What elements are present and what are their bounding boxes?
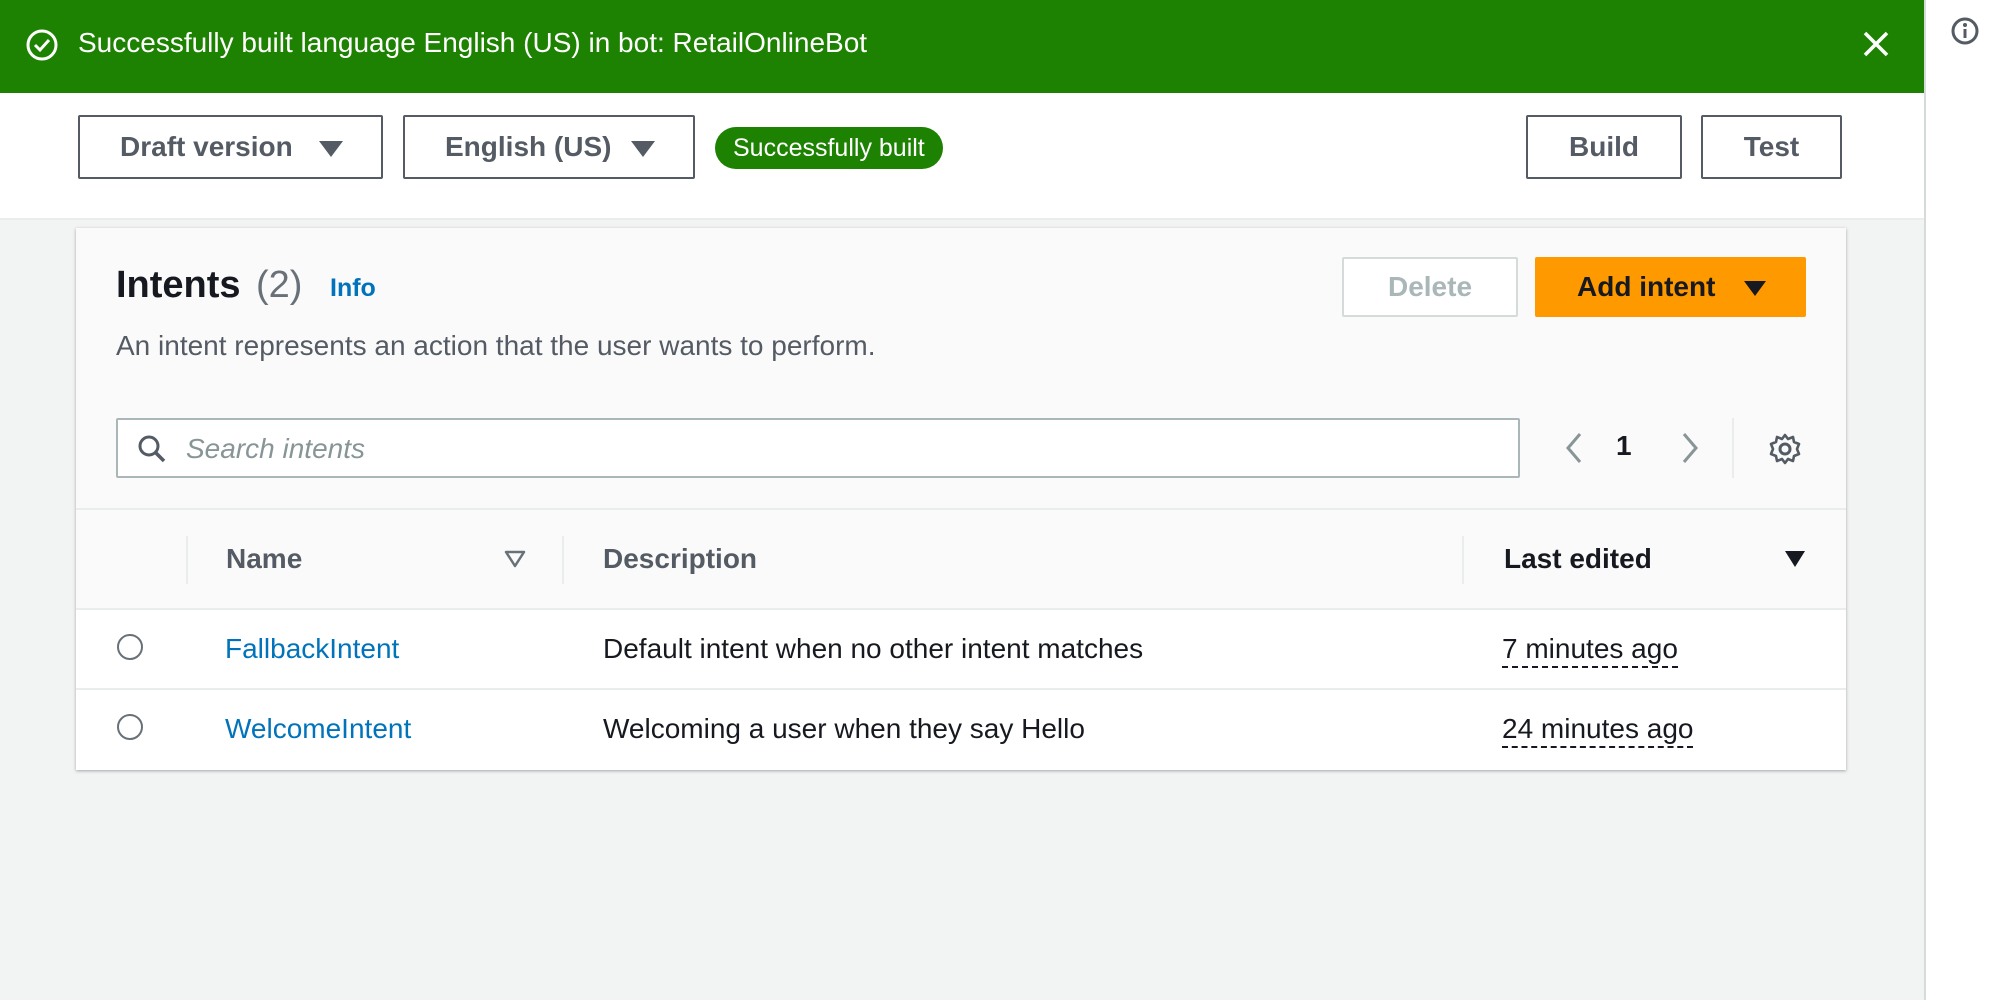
check-circle-icon: [26, 29, 58, 61]
build-button[interactable]: Build: [1526, 115, 1682, 179]
intent-description: Default intent when no other intent matc…: [603, 633, 1144, 664]
search-icon: [138, 435, 166, 463]
intents-container: Intents (2) Info An intent represents an…: [76, 228, 1846, 770]
row-select-radio[interactable]: [117, 634, 143, 660]
column-header-last-edited[interactable]: Last edited: [1504, 510, 1652, 608]
table-row: WelcomeIntent Welcoming a user when they…: [76, 690, 1846, 770]
last-edited-time[interactable]: 24 minutes ago: [1502, 712, 1694, 748]
add-intent-button[interactable]: Add intent: [1535, 257, 1806, 317]
column-divider: [1462, 536, 1464, 584]
bot-toolbar: Draft version English (US) Successfully …: [0, 93, 1924, 220]
intent-description: Welcoming a user when they say Hello: [603, 713, 1085, 744]
gear-icon[interactable]: [1768, 432, 1802, 466]
intent-name-link[interactable]: FallbackIntent: [225, 610, 399, 688]
last-edited-cell: 24 minutes ago: [1502, 690, 1694, 768]
delete-button[interactable]: Delete: [1342, 257, 1518, 317]
column-divider: [562, 536, 564, 584]
pagination-divider: [1732, 418, 1734, 478]
column-header-description[interactable]: Description: [603, 510, 757, 608]
add-intent-label: Add intent: [1577, 271, 1716, 302]
intents-title: Intents: [116, 264, 241, 306]
table-row: FallbackIntent Default intent when no ot…: [76, 610, 1846, 690]
intents-count: (2): [256, 264, 303, 306]
main-panel: Successfully built language English (US)…: [0, 0, 1924, 1000]
version-select[interactable]: Draft version: [78, 115, 383, 179]
chevron-right-icon[interactable]: [1674, 428, 1706, 468]
page-number[interactable]: 1: [1616, 430, 1632, 462]
version-select-label: Draft version: [120, 131, 293, 162]
sort-icon[interactable]: [504, 550, 526, 568]
right-rail: [1924, 0, 1994, 1000]
sort-descending-icon[interactable]: [1784, 550, 1806, 568]
info-circle-icon[interactable]: [1950, 16, 1980, 46]
caret-down-icon: [319, 141, 343, 157]
test-button[interactable]: Test: [1701, 115, 1842, 179]
last-edited-time[interactable]: 7 minutes ago: [1502, 632, 1678, 668]
search-box: [116, 418, 1520, 478]
language-select-label: English (US): [445, 131, 612, 162]
last-edited-cell: 7 minutes ago: [1502, 610, 1678, 688]
intent-name-link[interactable]: WelcomeIntent: [225, 690, 411, 768]
chevron-left-icon[interactable]: [1558, 428, 1590, 468]
intents-description: An intent represents an action that the …: [116, 330, 876, 361]
flash-message: Successfully built language English (US)…: [78, 27, 868, 58]
column-divider: [186, 536, 188, 584]
search-input[interactable]: [184, 420, 1508, 478]
caret-down-icon: [1744, 281, 1766, 296]
info-link[interactable]: Info: [330, 274, 376, 303]
language-select[interactable]: English (US): [403, 115, 695, 179]
success-flashbar: Successfully built language English (US)…: [0, 0, 1924, 93]
close-icon[interactable]: [1856, 24, 1896, 64]
build-status-badge: Successfully built: [715, 127, 943, 169]
intents-header: Intents (2) Info An intent represents an…: [76, 228, 1846, 510]
column-header-name[interactable]: Name: [226, 510, 302, 608]
table-header: Name Description Last edited: [76, 510, 1846, 610]
row-select-radio[interactable]: [117, 714, 143, 740]
caret-down-icon: [631, 141, 655, 157]
